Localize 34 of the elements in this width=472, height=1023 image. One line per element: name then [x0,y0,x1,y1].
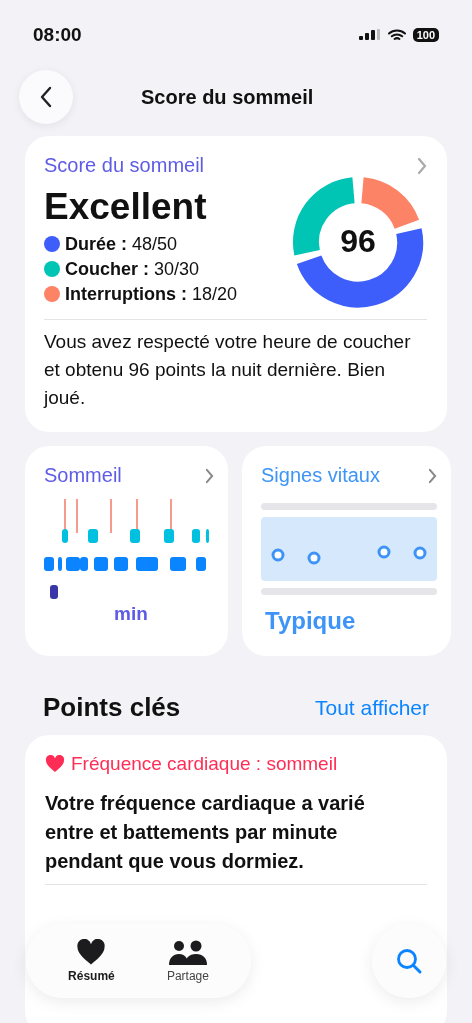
legend-value: 18/20 [192,282,238,306]
wifi-icon [387,28,406,42]
legend-value: 30/30 [154,257,200,281]
chevron-icon [417,156,427,175]
status-time: 08:00 [33,24,82,46]
vitals-status: Typique [265,607,357,635]
highlight-title: Fréquence cardiaque : sommeil [71,753,338,775]
tab[interactable]: Partage [160,935,215,987]
people-icon [168,939,207,966]
score-card[interactable]: Score du sommeil Excellent Durée : 48/50 Coucher : 30/30 Interruptions : 18/20 96 Vous avez respecté votre heure de coucher et obtenu 96 points la nuit dernière. Bien joué. [25,136,447,432]
chevron-icon [205,467,214,484]
rating-text: Excellent [44,185,208,228]
highlight-text: Votre fréquence cardiaque a varié entre et battements par minute pendant que vous dormiez. [45,791,366,874]
screen-title: Score du sommeil [141,85,314,109]
card-title: Sommeil [44,464,122,487]
legend-value: 48/50 [132,232,178,256]
heart-icon [76,939,107,966]
cellular-signal-icon [358,29,381,41]
card-title: Signes vitaux [261,464,380,487]
legend-label: Durée : [65,232,127,256]
battery-level: 100 [412,28,439,42]
back-chevron-icon [39,85,53,109]
legend-label: Interruptions : [65,282,187,306]
tab[interactable]: Résumé [62,935,121,987]
search-icon [395,947,423,975]
summary-text: Vous avez respecté votre heure de coucher et obtenu 96 points la nuit dernière. Bien joué. [44,330,412,410]
legend-label: Coucher : [65,257,149,281]
heart-icon [45,755,65,773]
sleep-card[interactable]: Sommeil min [25,446,228,656]
sleep-duration-caption: min [114,603,149,625]
score-value: 96 [339,223,377,260]
chevron-icon [428,467,437,484]
card-title: Score du sommeil [44,154,205,177]
section-title: Points clés [43,692,181,723]
